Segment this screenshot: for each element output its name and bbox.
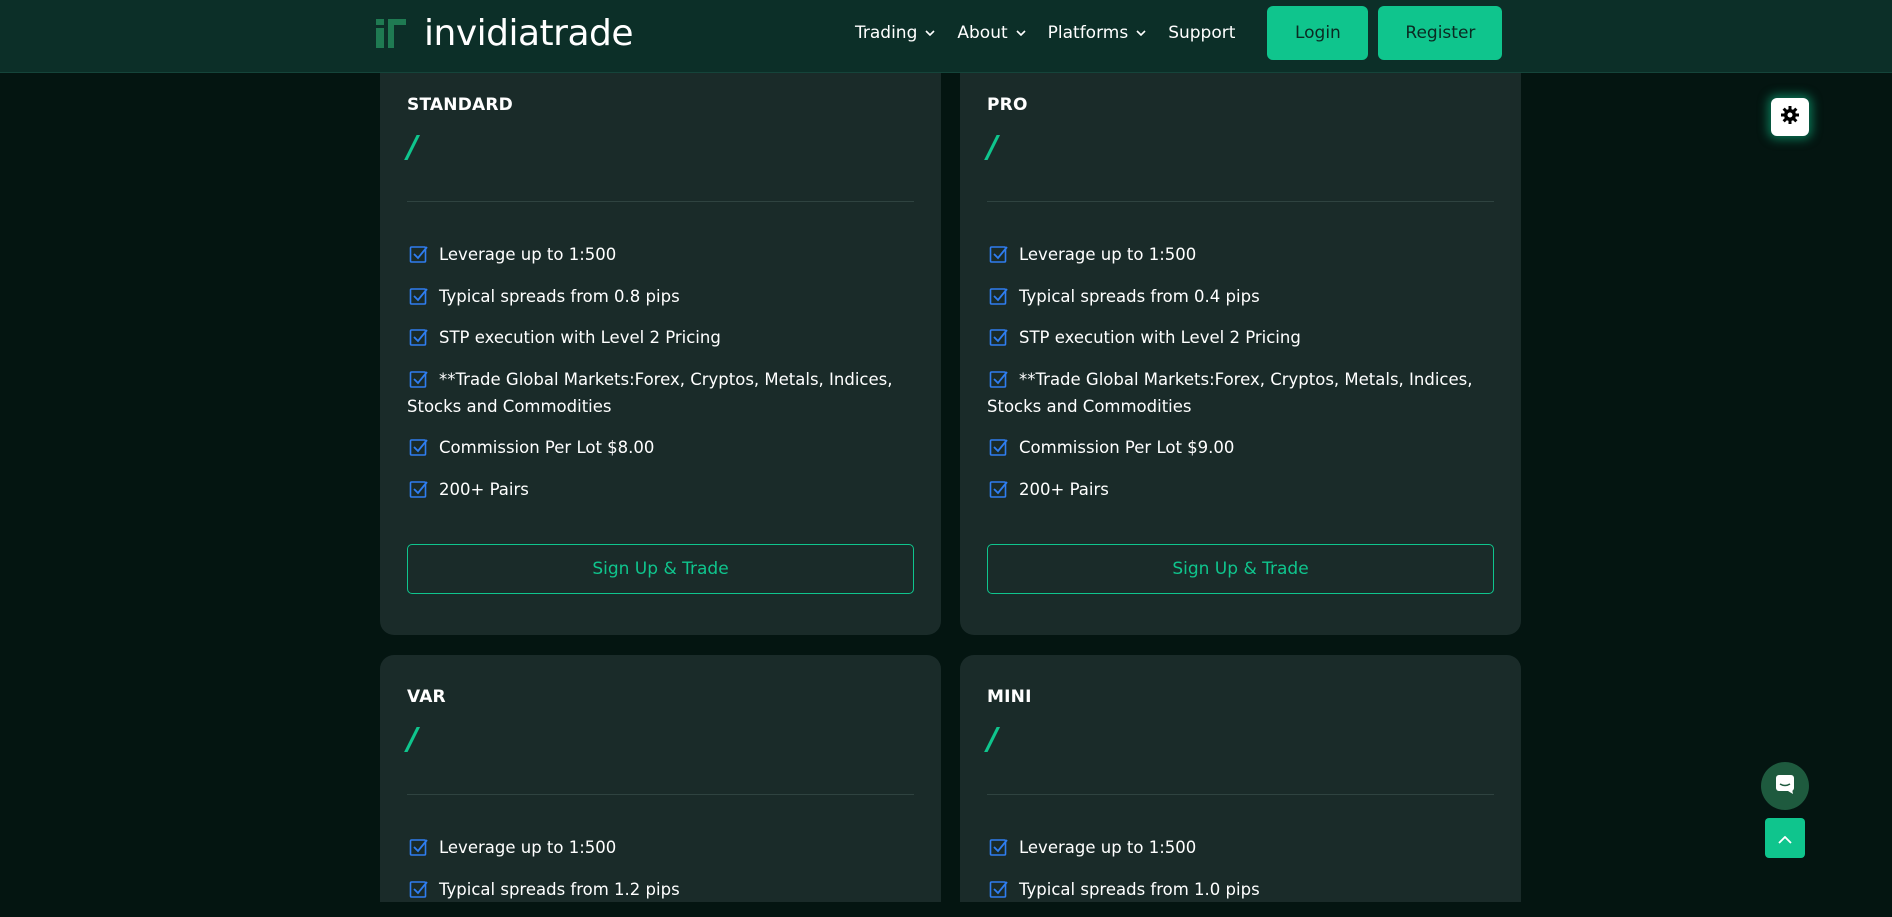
gear-icon (1780, 105, 1800, 129)
checkbox-check-icon (409, 286, 429, 306)
feature-item: STP execution with Level 2 Pricing (987, 324, 1494, 351)
feature-item: Typical spreads from 1.0 pips (987, 876, 1494, 903)
nav-item-label: Trading (855, 23, 918, 43)
login-button[interactable]: Login (1267, 6, 1369, 60)
checkbox-check-icon (409, 437, 429, 457)
back-to-top-button[interactable] (1765, 818, 1805, 858)
logo-text: invidiatrade (424, 12, 634, 54)
nav-item-label: Support (1168, 23, 1236, 43)
plan-card-pro: PRO / Leverage up to 1:500 Typical sprea… (960, 40, 1521, 635)
nav-item-platforms[interactable]: Platforms (1048, 23, 1147, 43)
plan-title: STANDARD (407, 95, 513, 115)
plan-price: / (987, 722, 998, 757)
feature-item: Leverage up to 1:500 (987, 834, 1494, 861)
feature-text: **Trade Global Markets:Forex, Cryptos, M… (987, 369, 1473, 416)
checkbox-check-icon (409, 369, 429, 389)
feature-text: **Trade Global Markets:Forex, Cryptos, M… (407, 369, 893, 416)
chevron-down-icon (925, 30, 935, 36)
feature-list: Leverage up to 1:500 Typical spreads fro… (987, 241, 1494, 517)
checkbox-check-icon (409, 244, 429, 264)
plan-title: VAR (407, 687, 446, 707)
feature-list: Leverage up to 1:500 Typical spreads fro… (987, 834, 1494, 917)
feature-item: 200+ Pairs (987, 476, 1494, 503)
chat-icon (1774, 773, 1796, 799)
feature-text: 200+ Pairs (439, 479, 529, 499)
checkbox-check-icon (989, 369, 1009, 389)
divider (987, 794, 1494, 795)
feature-text: Commission Per Lot $9.00 (1019, 438, 1235, 457)
feature-item: Commission Per Lot $8.00 (407, 434, 914, 461)
feature-text: Typical spreads from 0.4 pips (1019, 286, 1260, 306)
theme-toggle-button[interactable] (1771, 98, 1809, 136)
checkbox-check-icon (989, 286, 1009, 306)
feature-text: Leverage up to 1:500 (1019, 838, 1197, 857)
logo-mark-icon (376, 17, 406, 49)
checkbox-check-icon (989, 479, 1009, 499)
feature-text: Typical spreads from 1.0 pips (1019, 879, 1260, 899)
divider (407, 794, 914, 795)
register-button[interactable]: Register (1378, 6, 1503, 60)
feature-item: Commission Per Lot $9.00 (987, 434, 1494, 461)
feature-text: 200+ Pairs (1019, 479, 1109, 499)
feature-item: Leverage up to 1:500 (407, 834, 914, 861)
checkbox-check-icon (409, 879, 429, 899)
chevron-down-icon (1016, 30, 1026, 36)
plan-title: MINI (987, 687, 1032, 707)
checkbox-check-icon (989, 837, 1009, 857)
plan-price: / (407, 130, 418, 165)
chat-button[interactable] (1761, 762, 1809, 810)
checkbox-check-icon (989, 327, 1009, 347)
feature-item: Leverage up to 1:500 (987, 241, 1494, 268)
checkbox-check-icon (989, 244, 1009, 264)
feature-text: Leverage up to 1:500 (1019, 245, 1197, 264)
logo[interactable]: invidiatrade (376, 12, 634, 54)
nav-item-trading[interactable]: Trading (855, 23, 935, 43)
checkbox-check-icon (409, 327, 429, 347)
main-nav: Trading About Platforms Support Login Re… (855, 0, 1503, 66)
plan-price: / (987, 130, 998, 165)
plan-card-var: VAR / Leverage up to 1:500 Typical sprea… (380, 655, 941, 902)
nav-item-support[interactable]: Support (1168, 23, 1235, 43)
feature-text: STP execution with Level 2 Pricing (439, 328, 721, 347)
plan-price: / (407, 722, 418, 757)
sign-up-trade-button[interactable]: Sign Up & Trade (407, 544, 914, 594)
feature-text: Leverage up to 1:500 (439, 245, 617, 264)
feature-text: Commission Per Lot $8.00 (439, 438, 655, 457)
checkbox-check-icon (409, 837, 429, 857)
chevron-up-icon (1778, 829, 1792, 848)
feature-item: **Trade Global Markets:Forex, Cryptos, M… (407, 366, 914, 420)
nav-item-label: About (957, 23, 1008, 43)
feature-item: Leverage up to 1:500 (407, 241, 914, 268)
nav-item-label: Platforms (1047, 23, 1129, 43)
checkbox-check-icon (409, 479, 429, 499)
feature-item: STP execution with Level 2 Pricing (407, 324, 914, 351)
feature-text: Leverage up to 1:500 (439, 838, 617, 857)
feature-item: Typical spreads from 0.4 pips (987, 283, 1494, 310)
feature-list: Leverage up to 1:500 Typical spreads fro… (407, 834, 914, 917)
feature-list: Leverage up to 1:500 Typical spreads fro… (407, 241, 914, 517)
feature-text: STP execution with Level 2 Pricing (1019, 328, 1301, 347)
plan-card-standard: STANDARD / Leverage up to 1:500 Typical … (380, 40, 941, 635)
feature-item: 200+ Pairs (407, 476, 914, 503)
feature-item: Typical spreads from 1.2 pips (407, 876, 914, 903)
checkbox-check-icon (989, 437, 1009, 457)
plan-title: PRO (987, 95, 1028, 115)
feature-text: Typical spreads from 1.2 pips (439, 879, 680, 899)
chevron-down-icon (1136, 30, 1146, 36)
plan-card-mini: MINI / Leverage up to 1:500 Typical spre… (960, 655, 1521, 902)
divider (987, 201, 1494, 202)
nav-item-about[interactable]: About (957, 23, 1026, 43)
feature-item: **Trade Global Markets:Forex, Cryptos, M… (987, 366, 1494, 420)
site-header: invidiatrade Trading About Platforms Sup… (0, 0, 1892, 73)
feature-item: Typical spreads from 0.8 pips (407, 283, 914, 310)
checkbox-check-icon (989, 879, 1009, 899)
divider (407, 201, 914, 202)
feature-text: Typical spreads from 0.8 pips (439, 286, 680, 306)
sign-up-trade-button[interactable]: Sign Up & Trade (987, 544, 1494, 594)
